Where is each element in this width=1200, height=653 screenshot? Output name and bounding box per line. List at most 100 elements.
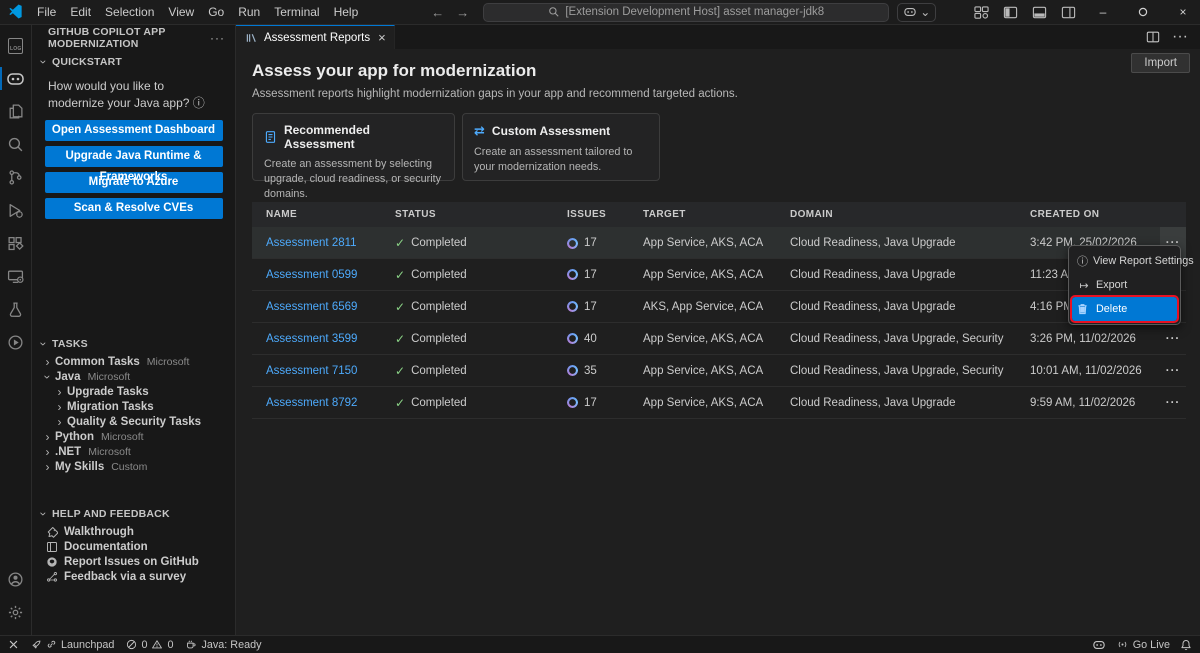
- chevron-down-icon: ›: [37, 509, 51, 520]
- scan-resolve-cves-button[interactable]: Scan & Resolve CVEs: [45, 198, 223, 219]
- menu-terminal[interactable]: Terminal: [267, 2, 326, 22]
- help-feedback-section-header[interactable]: › HELP AND FEEDBACK: [32, 507, 235, 524]
- extension-log-icon[interactable]: LOG: [0, 29, 32, 62]
- search-view-icon[interactable]: [0, 128, 32, 161]
- menu-item-delete[interactable]: Delete: [1072, 297, 1177, 321]
- chevron-right-icon: ›: [42, 355, 53, 369]
- migrate-to-azure-button[interactable]: Migrate to Azure: [45, 172, 223, 193]
- panel-more-actions-icon[interactable]: ···: [210, 31, 225, 45]
- remote-icon: [8, 639, 19, 650]
- task-item-my-skills[interactable]: › My Skills Custom: [32, 459, 235, 474]
- table-row[interactable]: Assessment 3599 ✓Completed 40 App Servic…: [252, 323, 1186, 355]
- sliders-icon: ⇄: [474, 123, 485, 139]
- task-item-python[interactable]: › Python Microsoft: [32, 429, 235, 444]
- task-item-java[interactable]: › Java Microsoft: [32, 369, 235, 384]
- assessment-link[interactable]: Assessment 2811: [266, 237, 395, 249]
- split-editor-icon[interactable]: [1146, 30, 1160, 44]
- settings-gear-icon[interactable]: [0, 596, 32, 629]
- row-more-actions-button[interactable]: ···: [1160, 397, 1186, 409]
- error-icon: [126, 639, 137, 650]
- quickstart-section-header[interactable]: › QUICKSTART: [32, 51, 235, 72]
- java-status[interactable]: Java: Ready: [185, 639, 261, 651]
- report-icon: [245, 32, 258, 44]
- toggle-primary-sidebar-icon[interactable]: [1003, 5, 1018, 20]
- forward-icon[interactable]: →: [456, 5, 469, 20]
- menu-go[interactable]: Go: [201, 2, 231, 22]
- launchpad-status[interactable]: Launchpad: [31, 639, 114, 651]
- run-debug-icon[interactable]: [0, 194, 32, 227]
- task-item-dotnet[interactable]: › .NET Microsoft: [32, 444, 235, 459]
- test-beaker-icon[interactable]: [0, 293, 32, 326]
- quickstart-question: How would you like to modernize your Jav…: [32, 72, 235, 115]
- help-item-walkthrough[interactable]: Walkthrough: [32, 524, 235, 539]
- notifications-bell-icon[interactable]: [1180, 639, 1192, 651]
- go-live-status[interactable]: Go Live: [1116, 639, 1170, 651]
- menu-selection[interactable]: Selection: [98, 2, 161, 22]
- assessment-link[interactable]: Assessment 8792: [266, 397, 395, 409]
- menu-edit[interactable]: Edit: [63, 2, 98, 22]
- assessment-link[interactable]: Assessment 7150: [266, 365, 395, 377]
- toggle-panel-icon[interactable]: [1032, 5, 1047, 20]
- minimize-button[interactable]: –: [1090, 5, 1116, 19]
- help-item-report-issues[interactable]: Report Issues on GitHub: [32, 554, 235, 569]
- menu-view[interactable]: View: [161, 2, 201, 22]
- custom-assessment-card[interactable]: ⇄ Custom Assessment Create an assessment…: [462, 113, 660, 181]
- table-row[interactable]: Assessment 6569 ✓Completed 17 AKS, App S…: [252, 291, 1186, 323]
- command-center-search[interactable]: [Extension Development Host] asset manag…: [483, 3, 889, 22]
- close-tab-icon[interactable]: ×: [378, 30, 386, 45]
- menu-item-export[interactable]: ↦ Export: [1072, 273, 1177, 297]
- chevron-down-icon: ›: [41, 371, 55, 382]
- assessment-link[interactable]: Assessment 6569: [266, 301, 395, 313]
- table-row[interactable]: Assessment 2811 ✓Completed 17 App Servic…: [252, 227, 1186, 259]
- chevron-right-icon: ›: [42, 460, 53, 474]
- customize-layout-icon[interactable]: [974, 5, 989, 20]
- assessment-link[interactable]: Assessment 3599: [266, 333, 395, 345]
- menu-bar: File Edit Selection View Go Run Terminal…: [30, 2, 365, 22]
- tasks-section-header[interactable]: › TASKS: [32, 337, 235, 354]
- coffee-cup-icon: [185, 639, 197, 650]
- table-row[interactable]: Assessment 0599 ✓Completed 17 App Servic…: [252, 259, 1186, 291]
- table-row[interactable]: Assessment 7150 ✓Completed 35 App Servic…: [252, 355, 1186, 387]
- explorer-icon[interactable]: [0, 95, 32, 128]
- back-icon[interactable]: ←: [431, 5, 444, 20]
- row-more-actions-button[interactable]: ···: [1160, 365, 1186, 377]
- problems-status[interactable]: 0 0: [126, 639, 173, 651]
- menu-run[interactable]: Run: [231, 2, 267, 22]
- issues-ring-icon: [567, 397, 578, 408]
- chevron-right-icon: ›: [54, 385, 65, 399]
- copilot-menu-button[interactable]: ⌄: [897, 3, 936, 22]
- open-assessment-dashboard-button[interactable]: Open Assessment Dashboard: [45, 120, 223, 141]
- source-control-icon[interactable]: [0, 161, 32, 194]
- search-text: [Extension Development Host] asset manag…: [565, 6, 824, 18]
- extensions-icon[interactable]: [0, 227, 32, 260]
- copilot-modernization-icon[interactable]: [0, 62, 32, 95]
- task-item-migration-tasks[interactable]: › Migration Tasks: [32, 399, 235, 414]
- vscode-window: File Edit Selection View Go Run Terminal…: [0, 0, 1200, 653]
- accounts-icon[interactable]: [0, 563, 32, 596]
- upgrade-java-runtime-button[interactable]: Upgrade Java Runtime & Frameworks: [45, 146, 223, 167]
- menu-help[interactable]: Help: [327, 2, 366, 22]
- help-item-documentation[interactable]: Documentation: [32, 539, 235, 554]
- import-button[interactable]: Import: [1131, 53, 1190, 73]
- toggle-secondary-sidebar-icon[interactable]: [1061, 5, 1076, 20]
- remote-indicator[interactable]: [8, 639, 19, 650]
- tab-assessment-reports[interactable]: Assessment Reports ×: [236, 25, 395, 49]
- close-window-button[interactable]: ×: [1170, 5, 1196, 19]
- recommended-assessment-card[interactable]: Recommended Assessment Create an assessm…: [252, 113, 455, 181]
- table-row[interactable]: Assessment 8792 ✓Completed 17 App Servic…: [252, 387, 1186, 419]
- survey-icon: [46, 571, 58, 583]
- assessment-link[interactable]: Assessment 0599: [266, 269, 395, 281]
- menu-item-view-report-settings[interactable]: ⓘ View Report Settings: [1072, 249, 1177, 273]
- maximize-button[interactable]: [1130, 7, 1156, 17]
- copilot-status[interactable]: [1092, 639, 1106, 651]
- row-more-actions-button[interactable]: ···: [1160, 333, 1186, 345]
- editor-more-actions-icon[interactable]: ···: [1172, 28, 1188, 46]
- remote-explorer-icon[interactable]: [0, 260, 32, 293]
- menu-file[interactable]: File: [30, 2, 63, 22]
- run-circle-icon[interactable]: [0, 326, 32, 359]
- task-item-common-tasks[interactable]: › Common Tasks Microsoft: [32, 354, 235, 369]
- task-item-upgrade-tasks[interactable]: › Upgrade Tasks: [32, 384, 235, 399]
- task-item-quality-security-tasks[interactable]: › Quality & Security Tasks: [32, 414, 235, 429]
- help-item-feedback-survey[interactable]: Feedback via a survey: [32, 569, 235, 584]
- check-icon: ✓: [395, 396, 405, 410]
